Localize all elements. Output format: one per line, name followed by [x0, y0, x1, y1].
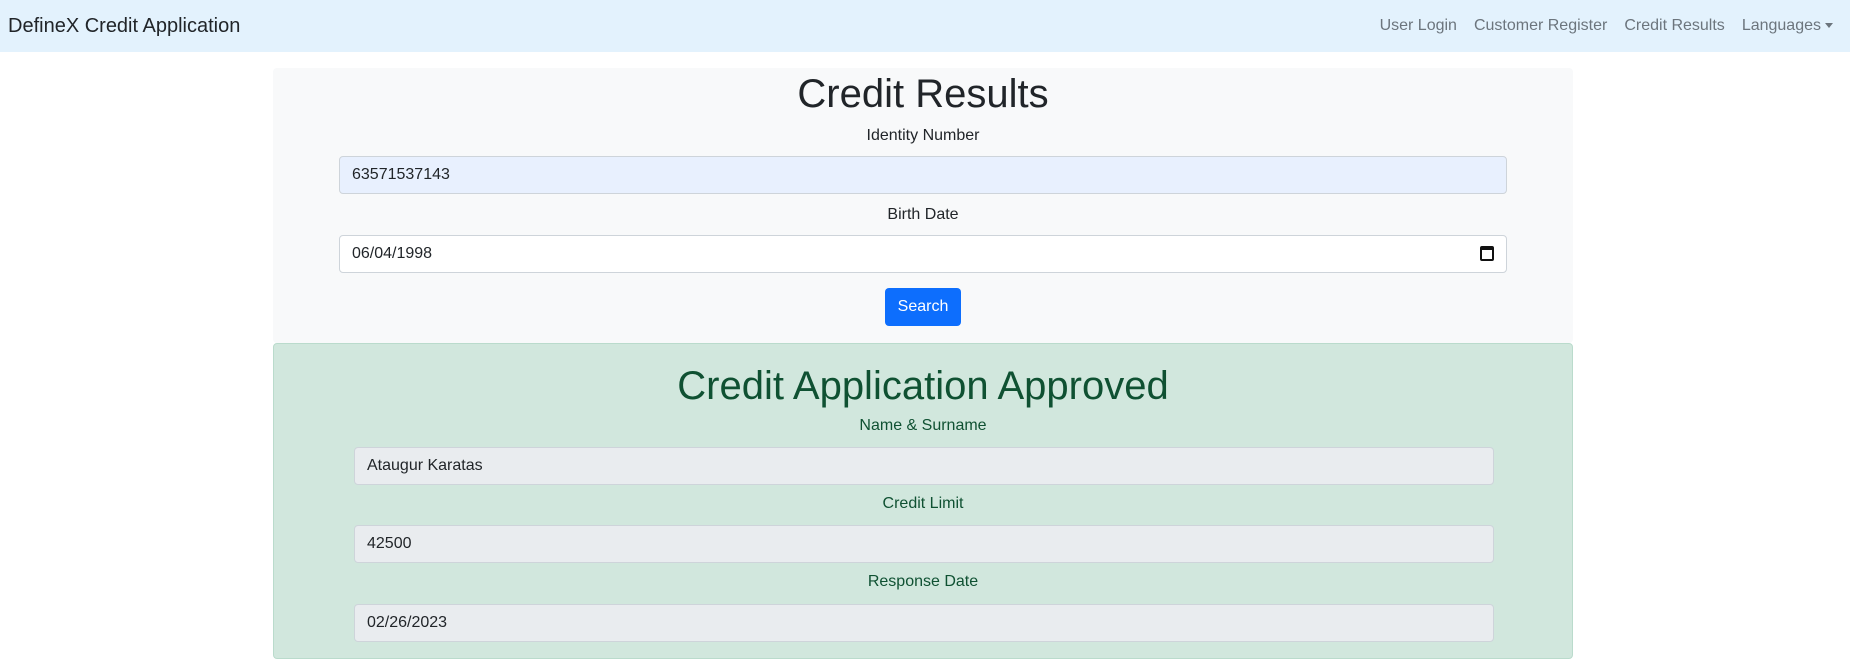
birth-date-value: 06/04/1998: [352, 245, 433, 262]
identity-number-label: Identity Number: [866, 127, 980, 144]
result-alert-panel: Credit Application Approved Name & Surna…: [273, 343, 1573, 659]
nav-links: User Login Customer Register Credit Resu…: [1380, 17, 1842, 35]
name-surname-label: Name & Surname: [859, 417, 987, 434]
search-form-panel: Credit Results Identity Number 635715371…: [273, 68, 1573, 343]
result-title: Credit Application Approved: [677, 364, 1169, 408]
caret-down-icon: [1825, 23, 1833, 29]
nav-customer-register[interactable]: Customer Register: [1474, 17, 1607, 35]
credit-limit-label: Credit Limit: [882, 495, 964, 512]
credit-limit-field: 42500: [354, 525, 1494, 563]
nav-credit-results[interactable]: Credit Results: [1624, 17, 1724, 35]
birth-date-input[interactable]: 06/04/1998: [339, 235, 1507, 273]
nav-user-login[interactable]: User Login: [1380, 17, 1457, 35]
response-date-label: Response Date: [867, 573, 979, 590]
name-surname-field: Ataugur Karatas: [354, 447, 1494, 485]
nav-languages-dropdown[interactable]: Languages: [1742, 17, 1833, 35]
top-navbar: DefineX Credit Application User Login Cu…: [0, 0, 1850, 52]
page-title: Credit Results: [797, 72, 1049, 116]
search-button[interactable]: Search: [885, 288, 961, 326]
languages-label: Languages: [1741, 17, 1821, 34]
response-date-field: 02/26/2023: [354, 604, 1494, 642]
identity-number-input[interactable]: 63571537143: [339, 156, 1507, 194]
calendar-icon[interactable]: [1480, 246, 1494, 261]
birth-date-label: Birth Date: [887, 206, 959, 223]
brand-link[interactable]: DefineX Credit Application: [8, 15, 240, 38]
